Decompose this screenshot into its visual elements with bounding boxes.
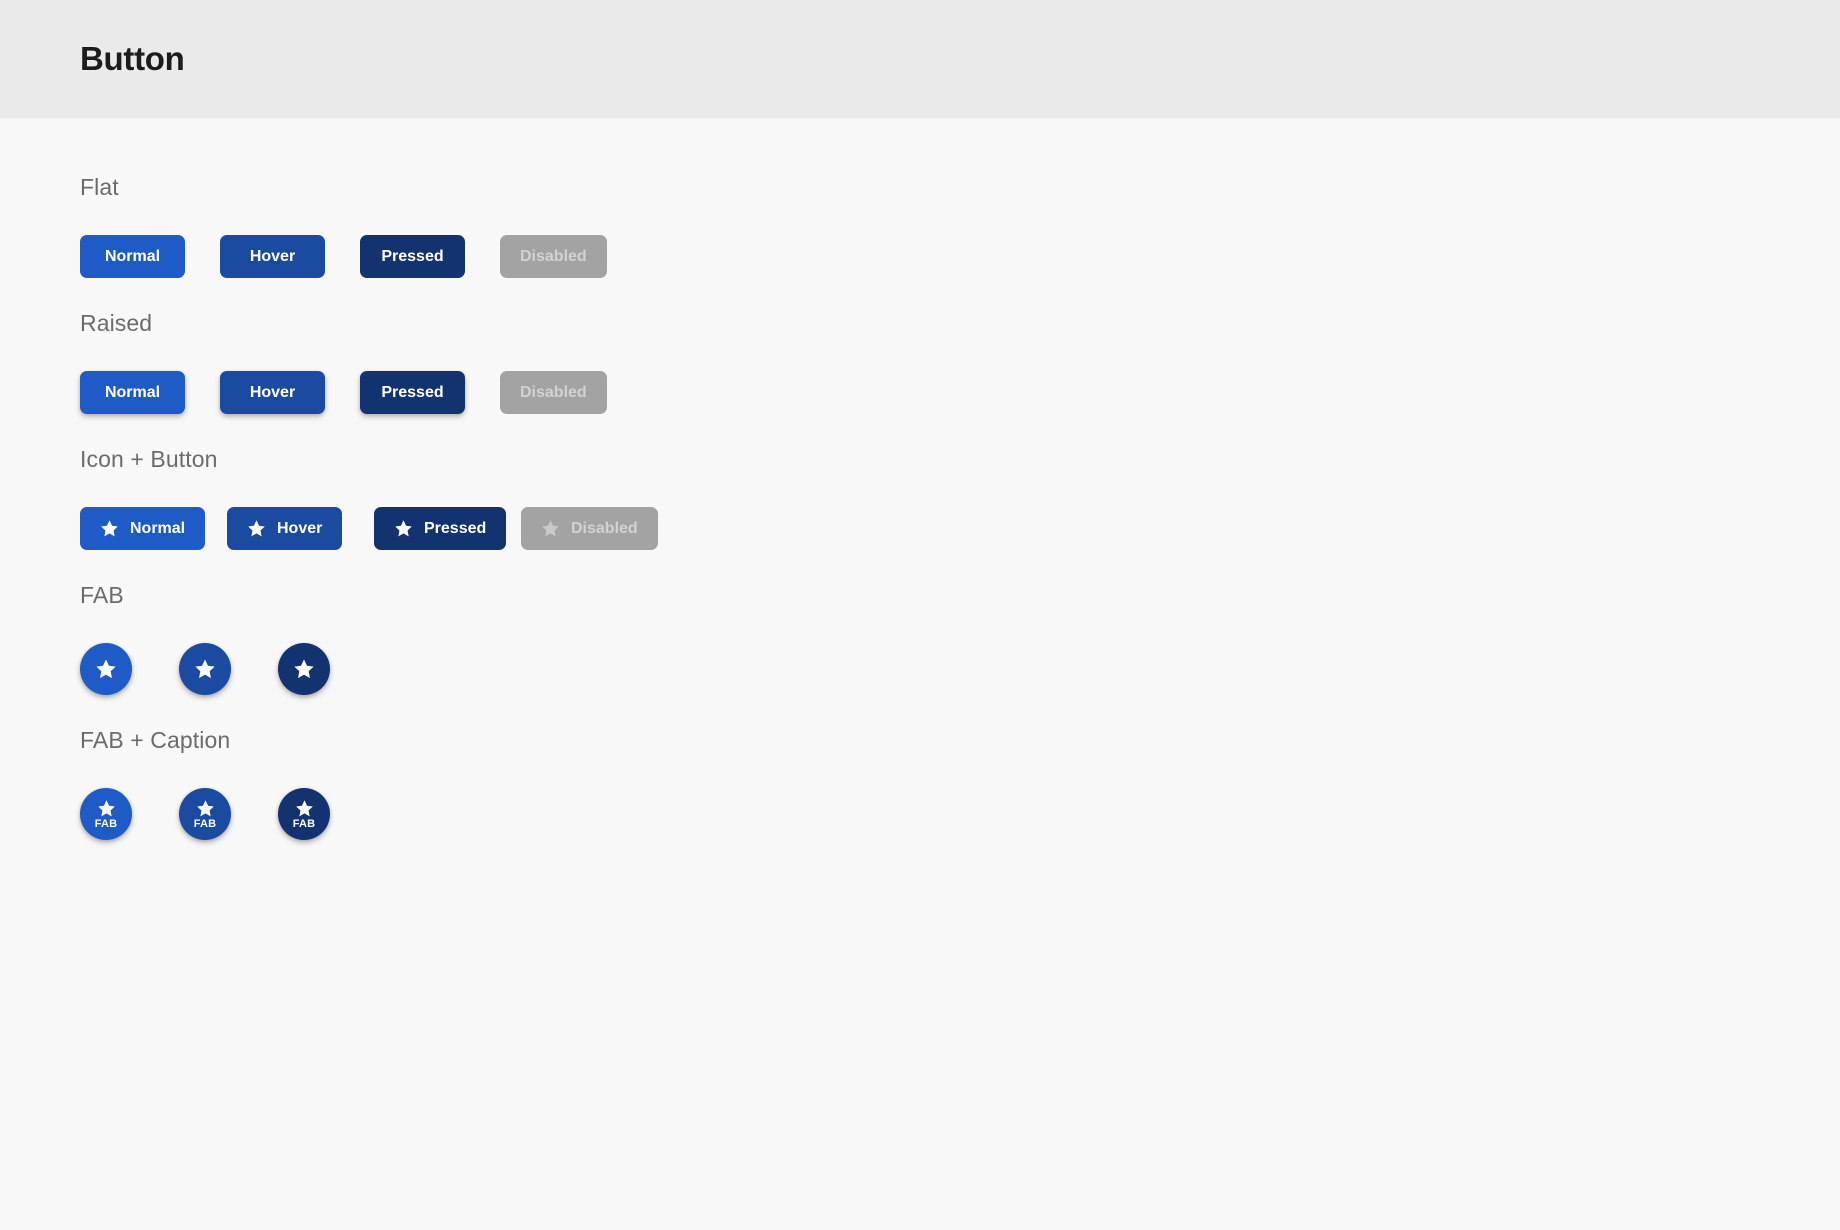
- fab-caption-pressed-label: FAB: [292, 817, 316, 830]
- raised-button-hover[interactable]: Hover: [220, 371, 325, 414]
- flat-button-pressed[interactable]: Pressed: [360, 235, 465, 278]
- icon-normal-slot: Normal: [80, 507, 227, 550]
- raised-normal-slot: Normal: [80, 371, 220, 414]
- fab-caption-button-hover[interactable]: FAB: [179, 788, 231, 840]
- content-area: Flat Normal Hover Pressed Disabled Raise…: [0, 118, 1840, 840]
- section-fab-caption: FAB + Caption FAB FAB FAB: [80, 727, 1760, 840]
- star-icon: [295, 799, 313, 816]
- raised-button-normal[interactable]: Normal: [80, 371, 185, 414]
- star-icon: [196, 799, 214, 816]
- icon-button-disabled-label: Disabled: [571, 519, 638, 537]
- star-icon: [97, 799, 115, 816]
- section-raised: Raised Normal Hover Pressed Disabled: [80, 310, 1760, 414]
- icon-disabled-slot: Disabled: [521, 507, 668, 550]
- flat-button-normal[interactable]: Normal: [80, 235, 185, 278]
- fab-normal-slot: [80, 643, 179, 695]
- star-icon: [96, 659, 116, 679]
- fab-caption-hover-slot: FAB: [179, 788, 278, 840]
- section-title-raised: Raised: [80, 310, 153, 336]
- fab-caption-pressed-slot: FAB: [278, 788, 377, 840]
- icon-button-normal-label: Normal: [130, 519, 186, 537]
- section-title-fab: FAB: [80, 582, 124, 608]
- raised-pressed-slot: Pressed: [360, 371, 500, 414]
- fab-caption-row: FAB FAB FAB: [80, 788, 1760, 840]
- icon-button-pressed-label: Pressed: [424, 519, 487, 537]
- star-icon: [195, 659, 215, 679]
- section-title-fab-caption: FAB + Caption: [80, 727, 231, 753]
- flat-button-hover[interactable]: Hover: [220, 235, 325, 278]
- app-bar: Button: [0, 0, 1840, 118]
- section-title-flat: Flat: [80, 174, 119, 200]
- section-fab: FAB: [80, 582, 1760, 695]
- icon-button-row: Normal Hover Pressed Disabled: [80, 507, 1760, 550]
- raised-button-row: Normal Hover Pressed Disabled: [80, 371, 1760, 414]
- fab-button-pressed[interactable]: [278, 643, 330, 695]
- fab-hover-slot: [179, 643, 278, 695]
- fab-caption-normal-slot: FAB: [80, 788, 179, 840]
- icon-hover-slot: Hover: [227, 507, 374, 550]
- raised-button-disabled: Disabled: [500, 371, 607, 414]
- icon-button-hover[interactable]: Hover: [227, 507, 343, 550]
- fab-caption-button-normal[interactable]: FAB: [80, 788, 132, 840]
- raised-disabled-slot: Disabled: [500, 371, 640, 414]
- fab-caption-hover-label: FAB: [193, 817, 217, 830]
- star-icon: [395, 520, 412, 537]
- icon-button-pressed[interactable]: Pressed: [374, 507, 507, 550]
- fab-caption-button-pressed[interactable]: FAB: [278, 788, 330, 840]
- fab-caption-normal-label: FAB: [94, 817, 118, 830]
- star-icon: [248, 520, 265, 537]
- icon-button-normal[interactable]: Normal: [80, 507, 206, 550]
- section-title-icon-button: Icon + Button: [80, 446, 218, 472]
- section-icon-button: Icon + Button Normal Hover Pressed Disab…: [80, 446, 1760, 550]
- page-title: Button: [80, 40, 185, 77]
- icon-button-hover-label: Hover: [277, 519, 323, 537]
- flat-disabled-slot: Disabled: [500, 235, 640, 278]
- flat-hover-slot: Hover: [220, 235, 360, 278]
- star-icon: [294, 659, 314, 679]
- icon-button-disabled: Disabled: [521, 507, 658, 550]
- flat-normal-slot: Normal: [80, 235, 220, 278]
- flat-button-disabled: Disabled: [500, 235, 607, 278]
- flat-button-row: Normal Hover Pressed Disabled: [80, 235, 1760, 278]
- raised-button-pressed[interactable]: Pressed: [360, 371, 465, 414]
- fab-pressed-slot: [278, 643, 377, 695]
- fab-button-hover[interactable]: [179, 643, 231, 695]
- flat-pressed-slot: Pressed: [360, 235, 500, 278]
- icon-pressed-slot: Pressed: [374, 507, 521, 550]
- star-icon: [542, 520, 559, 537]
- fab-button-normal[interactable]: [80, 643, 132, 695]
- fab-row: [80, 643, 1760, 695]
- star-icon: [101, 520, 118, 537]
- raised-hover-slot: Hover: [220, 371, 360, 414]
- section-flat: Flat Normal Hover Pressed Disabled: [80, 174, 1760, 278]
